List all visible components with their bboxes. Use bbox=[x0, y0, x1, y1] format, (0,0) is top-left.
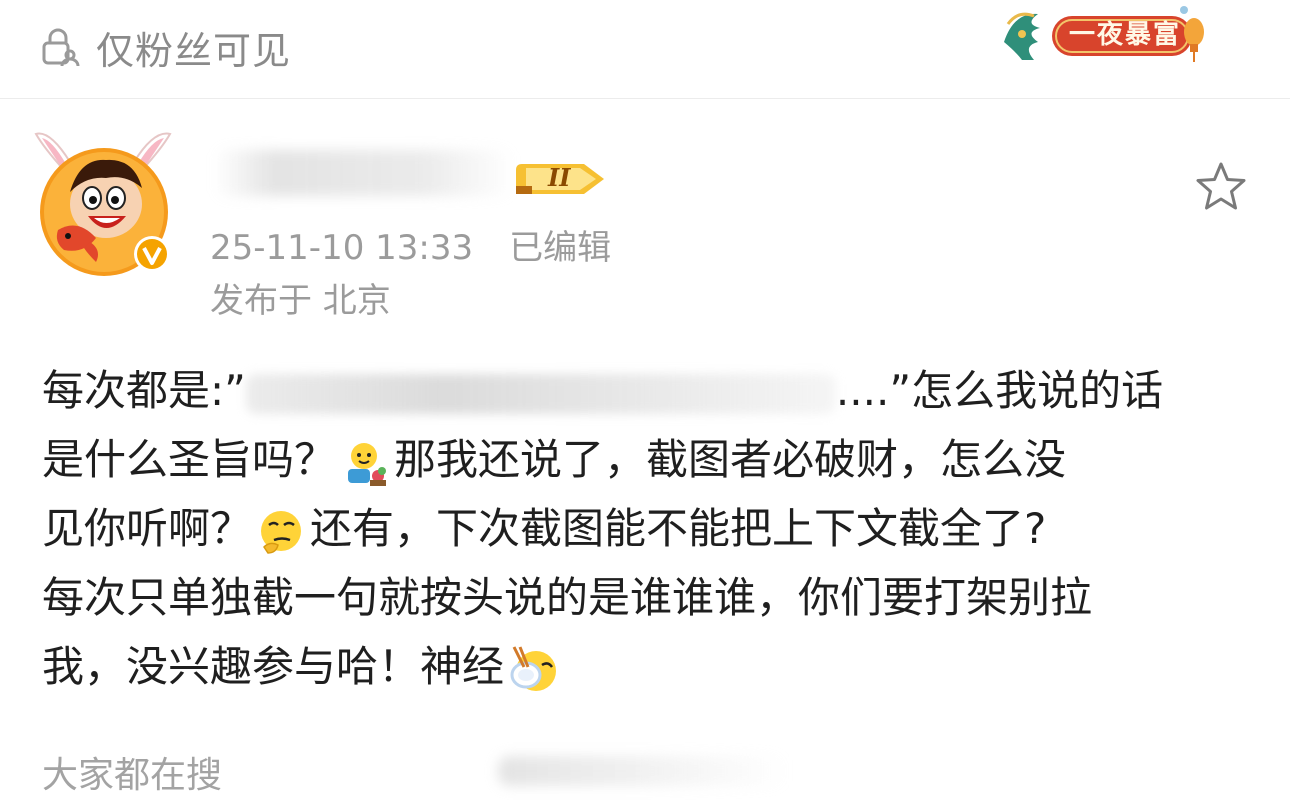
post-line-2: 是什么圣旨吗？ 那我还说了，截图者必破财，怎么没 bbox=[42, 425, 1262, 494]
post-line-1: 每次都是:” ....”怎么我说的话 bbox=[42, 356, 1262, 425]
visibility-label: 仅粉丝可见 bbox=[96, 28, 292, 73]
post-body: 每次都是:” ....”怎么我说的话 是什么圣旨吗？ 那我还说了，截图者必破财，怎… bbox=[42, 356, 1262, 701]
visibility-indicator: 仅粉丝可见 bbox=[38, 22, 292, 73]
top-bar: 仅粉丝可见 一夜暴富 bbox=[0, 0, 1290, 99]
post-line-2-b: 那我还说了，截图者必破财，怎么没 bbox=[394, 435, 1067, 484]
post-line-3-a: 见你听啊？ bbox=[42, 504, 253, 553]
avatar-image bbox=[34, 132, 172, 276]
post-line-1-suffix: ....”怎么我说的话 bbox=[835, 366, 1164, 415]
post-timestamp: 25-11-10 13:33 bbox=[210, 228, 474, 268]
star-outline-icon[interactable] bbox=[1194, 160, 1248, 214]
post-line-5-text: 我，没兴趣参与哈！神经 bbox=[42, 642, 505, 691]
post-meta: 25-11-10 13:33 已编辑 bbox=[210, 220, 611, 269]
post-line-4: 每次只单独截一句就按头说的是谁谁谁，你们要打架别拉 bbox=[42, 573, 1093, 622]
decor-badge-label: 一夜暴富 bbox=[1068, 20, 1181, 50]
level-badge-label: II bbox=[548, 163, 571, 192]
edited-label[interactable]: 已编辑 bbox=[509, 228, 611, 268]
post-line-5: 我，没兴趣参与哈！神经 bbox=[42, 632, 1262, 701]
eating-emoji-icon bbox=[510, 645, 557, 691]
post-location: 发布于 北京 bbox=[210, 281, 391, 321]
trending-search-redacted[interactable] bbox=[498, 756, 788, 786]
avatar[interactable] bbox=[30, 118, 180, 278]
post-line-1-prefix: 每次都是:” bbox=[42, 366, 246, 415]
lock-person-icon bbox=[42, 28, 80, 67]
gardening-emoji-icon bbox=[348, 442, 387, 486]
username-redacted[interactable] bbox=[214, 150, 514, 196]
post-line-3-b: 还有，下次截图能不能把上下文截全了? bbox=[310, 504, 1047, 553]
trending-search-label: 大家都在搜 bbox=[42, 755, 223, 796]
redacted-quote bbox=[245, 373, 836, 414]
thinking-emoji-icon bbox=[261, 510, 302, 554]
post-line-2-a: 是什么圣旨吗？ bbox=[42, 435, 337, 484]
post-line-3: 见你听啊？ 还有，下次截图能不能把上下文截全了? bbox=[42, 494, 1262, 563]
